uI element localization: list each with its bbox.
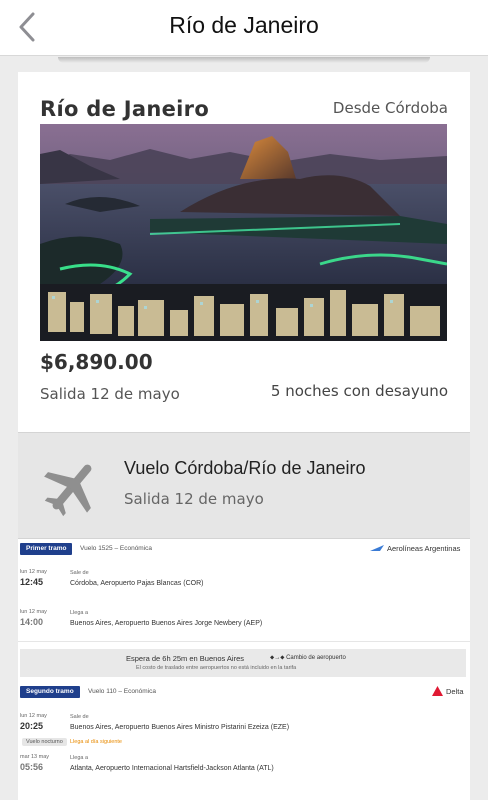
first-leg-departure-airport: Córdoba, Aeropuerto Pajas Blancas (COR) [70, 580, 204, 587]
layover-duration: Espera de 6h 25m en Buenos Aires [126, 654, 244, 663]
departs-label: Sale de [70, 570, 89, 576]
second-leg-arrival-date: mar 13 may [20, 754, 50, 760]
page-title: Río de Janeiro [169, 12, 319, 38]
second-leg-departure-time: 20:25 [20, 721, 44, 731]
airplane-icon [44, 464, 92, 517]
destination-photo [40, 124, 447, 341]
airline-name: Aerolíneas Argentinas [387, 544, 461, 553]
transfer-arrows-icon: ⬥→⬥ [270, 655, 287, 661]
flight-summary[interactable]: Vuelo Córdoba/Río de Janeiro Salida 12 d… [18, 432, 470, 539]
second-leg-departure-airport: Buenos Aires, Aeropuerto Buenos Aires Mi… [70, 724, 290, 731]
package-price: $6,890.00 [40, 350, 153, 374]
first-leg-airline: Aerolíneas Argentinas [370, 544, 460, 553]
departs-label: Sale de [70, 714, 89, 720]
night-flight-badge: Vuelo nocturno [22, 738, 67, 746]
header-shadow [58, 57, 430, 63]
first-leg-departure-date: lun 12 may [20, 569, 47, 575]
airline-name: Delta [446, 686, 464, 696]
package-card: Río de Janeiro Desde Córdoba $6,890.00 S… [18, 72, 470, 800]
flight-date: Salida 12 de mayo [124, 490, 264, 508]
second-leg-badge: Segundo tramo [20, 686, 80, 698]
transfer-cost-note: El costo de traslado entre aeropuertos n… [136, 665, 297, 671]
top-navigation-bar: Río de Janeiro [0, 0, 488, 56]
first-leg-arrival-date: lun 12 may [20, 609, 47, 615]
second-leg-flight-number: Vuelo 110 – Económica [88, 688, 156, 695]
second-leg-arrival-airport: Atlanta, Aeropuerto Internacional Hartsf… [70, 765, 274, 772]
arrives-label: Llega a [70, 755, 89, 761]
first-leg-arrival-time: 14:00 [20, 617, 44, 627]
first-leg-flight-number: Vuelo 1525 – Económica [80, 545, 153, 552]
origin-label: Desde Córdoba [332, 99, 448, 117]
aerolineas-logo-icon [370, 545, 384, 551]
next-day-arrival-notice: Llega al día siguiente [70, 739, 122, 745]
second-leg-departure-date: lun 12 may [20, 713, 47, 719]
nights-info: 5 noches con desayuno [270, 382, 448, 400]
destination-title: Río de Janeiro [40, 97, 210, 121]
divider [18, 641, 470, 642]
layover-box: Espera de 6h 25m en Buenos Aires ⬥→⬥ Cam… [20, 649, 466, 677]
departure-date: Salida 12 de mayo [40, 385, 180, 403]
second-leg-arrival-time: 05:56 [20, 762, 44, 772]
airport-change-notice: ⬥→⬥ Cambio de aeropuerto [270, 655, 346, 661]
first-leg-badge: Primer tramo [20, 543, 73, 555]
first-leg-departure-time: 12:45 [20, 577, 44, 587]
second-leg-airline: Delta [432, 686, 464, 696]
flight-title: Vuelo Córdoba/Río de Janeiro [124, 458, 366, 478]
arrives-label: Llega a [70, 610, 89, 616]
first-leg-arrival-airport: Buenos Aires, Aeropuerto Buenos Aires Jo… [70, 620, 263, 627]
delta-logo-icon [432, 686, 443, 696]
